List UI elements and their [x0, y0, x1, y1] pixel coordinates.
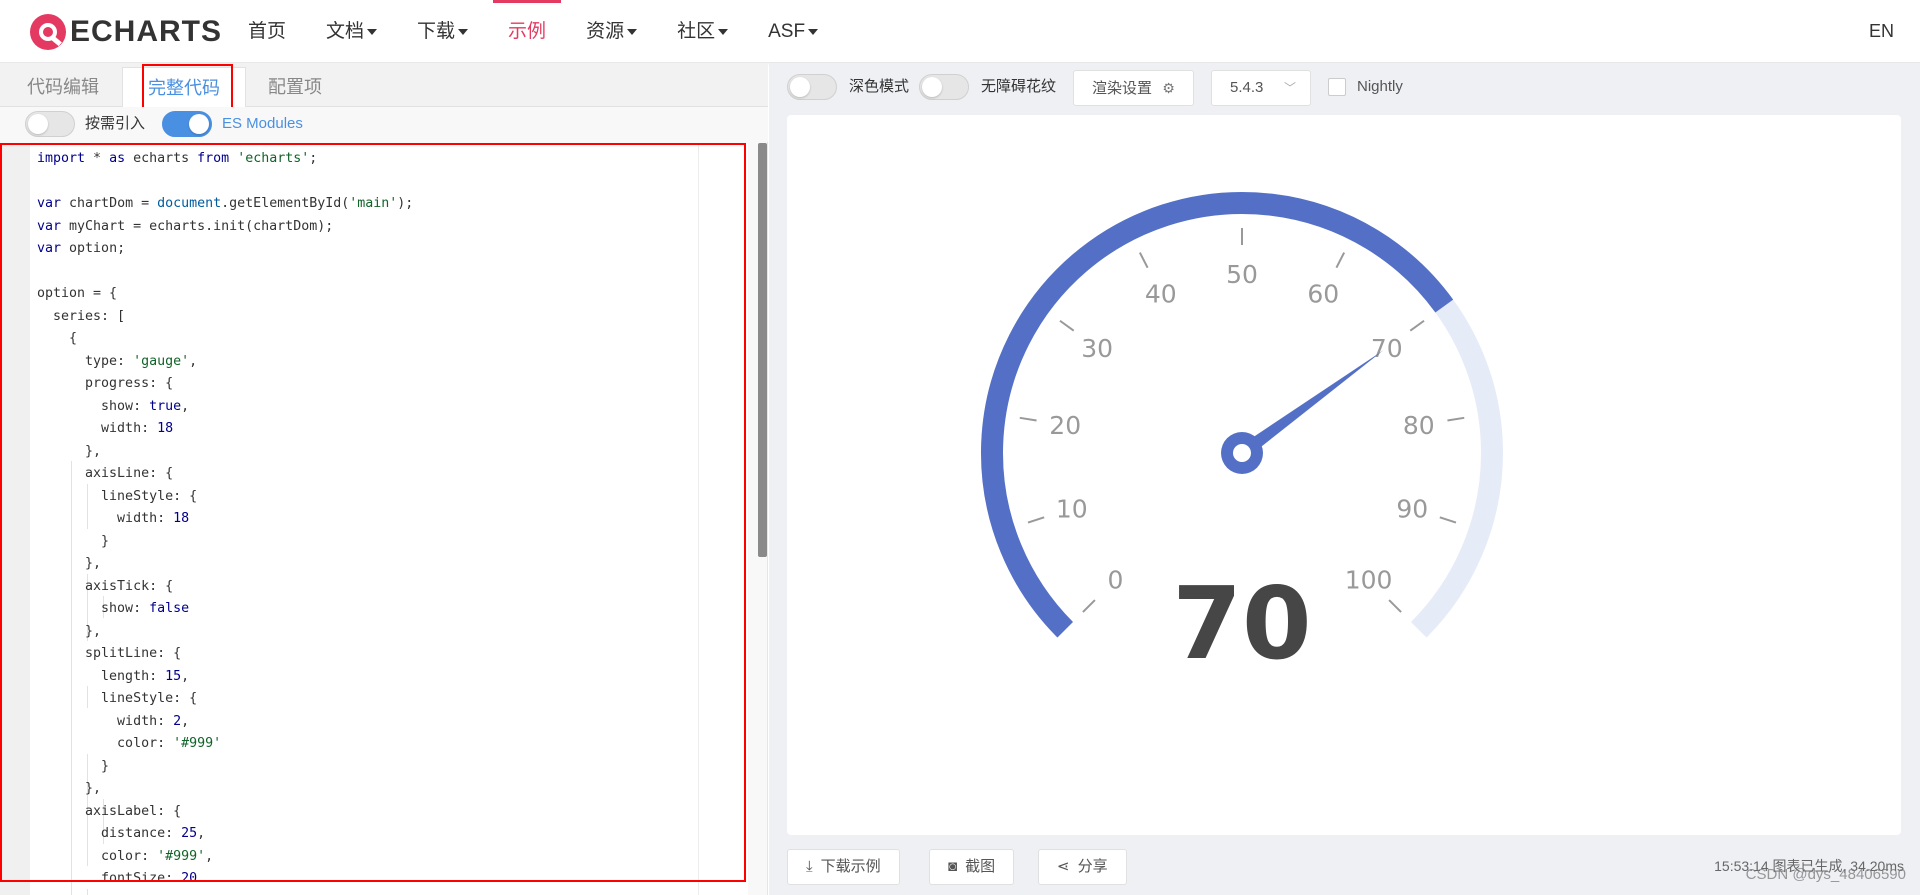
dark-mode-toggle[interactable]: [787, 74, 837, 100]
gauge-detail-value: 70: [1172, 565, 1311, 682]
nav-item-label: 首页: [248, 21, 287, 42]
tab-config[interactable]: 配置项: [243, 67, 347, 107]
gauge-axis-label: 100: [1345, 566, 1393, 595]
logo-text: ECHARTS: [70, 15, 223, 48]
caret-down-icon: [718, 28, 729, 35]
render-settings-label: 渲染设置: [1092, 80, 1153, 97]
gauge-split-line: [1138, 252, 1149, 269]
code-highlight-box: [0, 143, 746, 882]
on-demand-toggle[interactable]: [25, 111, 75, 137]
top-navbar: ECHARTS 首页 文档 下载 示例 资源 社区 ASF EN: [0, 0, 1920, 63]
share-label: 分享: [1077, 858, 1108, 875]
gauge-axis-label: 70: [1371, 334, 1403, 363]
chevron-down-icon: ﹀: [1283, 81, 1296, 95]
es-modules-label: ES Modules: [222, 115, 303, 132]
toggle-knob: [790, 77, 810, 97]
nav-item-1[interactable]: 文档: [306, 0, 397, 63]
editor-tabs: 代码编辑 完整代码 配置项: [0, 63, 768, 107]
nav-item-label: ASF: [768, 21, 806, 42]
tab-highlight-box: [142, 64, 233, 109]
nav-item-4[interactable]: 资源: [566, 0, 657, 63]
screenshot-button[interactable]: ◙ 截图: [929, 849, 1015, 885]
gauge-axis-label: 20: [1049, 411, 1081, 440]
gauge-axis-label: 30: [1081, 334, 1113, 363]
nav-menu: 首页 文档 下载 示例 资源 社区 ASF: [228, 0, 838, 63]
nav-item-label: 下载: [417, 21, 456, 42]
toggle-knob: [922, 77, 942, 97]
gauge-split-line: [1409, 319, 1425, 332]
dark-mode-label: 深色模式: [849, 78, 910, 95]
toggle-knob: [189, 114, 209, 134]
code-panel: 代码编辑 完整代码 配置项 按需引入 ES Modules import * a…: [0, 63, 768, 895]
caret-down-icon: [808, 28, 819, 35]
gauge-axis-label: 80: [1403, 411, 1435, 440]
version-value: 5.4.3: [1230, 79, 1264, 96]
preview-panel: 深色模式 无障碍花纹 渲染设置 ⚙ 5.4.3 ﹀ Nightly 0 10 20 3…: [769, 63, 1920, 895]
download-icon: ⤓: [806, 858, 813, 875]
gauge-axis-label: 10: [1056, 494, 1088, 523]
gauge-split-line: [1439, 516, 1457, 524]
gauge-axis-label: 90: [1396, 494, 1428, 523]
nightly-checkbox[interactable]: [1328, 78, 1346, 96]
gauge-chart: 0 10 20 30 40 50 60 70 80 90 100 70: [981, 192, 1503, 682]
nav-item-2[interactable]: 下载: [397, 0, 488, 63]
es-modules-toggle[interactable]: [162, 111, 212, 137]
gauge-split-line: [1027, 516, 1045, 524]
watermark-text: CSDN @dys_48406590: [1745, 866, 1906, 883]
preview-toolbar: 深色模式 无障碍花纹 渲染设置 ⚙ 5.4.3 ﹀ Nightly: [769, 63, 1920, 111]
share-button[interactable]: ⋖ 分享: [1038, 849, 1127, 885]
gauge-anchor-center: [1233, 444, 1251, 462]
accessible-pattern-label: 无障碍花纹: [981, 78, 1057, 95]
import-options: 按需引入 ES Modules: [0, 107, 768, 142]
screenshot-label: 截图: [965, 858, 996, 875]
nav-item-6[interactable]: ASF: [748, 0, 838, 63]
camera-icon: ◙: [948, 858, 958, 875]
toggle-knob: [28, 114, 48, 134]
gauge-split-line: [1388, 599, 1402, 613]
gauge-split-line: [1019, 416, 1037, 422]
gauge-split-line: [1059, 319, 1075, 332]
nav-item-0[interactable]: 首页: [228, 0, 306, 63]
version-select[interactable]: 5.4.3 ﹀: [1211, 70, 1311, 106]
gauge-split-line: [1082, 599, 1096, 613]
caret-down-icon: [367, 28, 378, 35]
download-label: 下载示例: [820, 858, 881, 875]
gear-icon: ⚙: [1162, 80, 1175, 96]
download-example-button[interactable]: ⤓ 下载示例: [787, 849, 900, 885]
gauge-axis-label: 50: [1226, 260, 1258, 289]
gauge-split-line: [1447, 416, 1465, 422]
nightly-label: Nightly: [1357, 78, 1403, 95]
gauge-axis-label: 0: [1107, 566, 1123, 595]
on-demand-label: 按需引入: [85, 115, 146, 132]
nav-item-label: 资源: [586, 21, 625, 42]
gauge-axis-label: 60: [1307, 280, 1339, 309]
nav-item-label: 社区: [677, 21, 716, 42]
chart-container[interactable]: 0 10 20 30 40 50 60 70 80 90 100 70: [787, 115, 1901, 835]
share-icon: ⋖: [1057, 858, 1070, 875]
nav-item-3[interactable]: 示例: [488, 0, 566, 63]
render-settings-button[interactable]: 渲染设置 ⚙: [1073, 70, 1194, 106]
caret-down-icon: [627, 28, 638, 35]
nav-item-label: 示例: [508, 21, 547, 42]
language-switch[interactable]: EN: [1869, 0, 1894, 63]
tab-code-edit[interactable]: 代码编辑: [2, 67, 124, 107]
echarts-logo[interactable]: ECHARTS: [28, 12, 222, 52]
nav-item-5[interactable]: 社区: [657, 0, 748, 63]
nav-item-label: 文档: [326, 21, 365, 42]
caret-down-icon: [458, 28, 469, 35]
echarts-logo-icon: [30, 14, 66, 50]
editor-scrollbar[interactable]: [758, 143, 767, 557]
code-line: },: [37, 891, 413, 895]
gauge-axis-label: 40: [1145, 280, 1177, 309]
gauge-split-line: [1335, 252, 1346, 269]
accessible-pattern-toggle[interactable]: [919, 74, 969, 100]
